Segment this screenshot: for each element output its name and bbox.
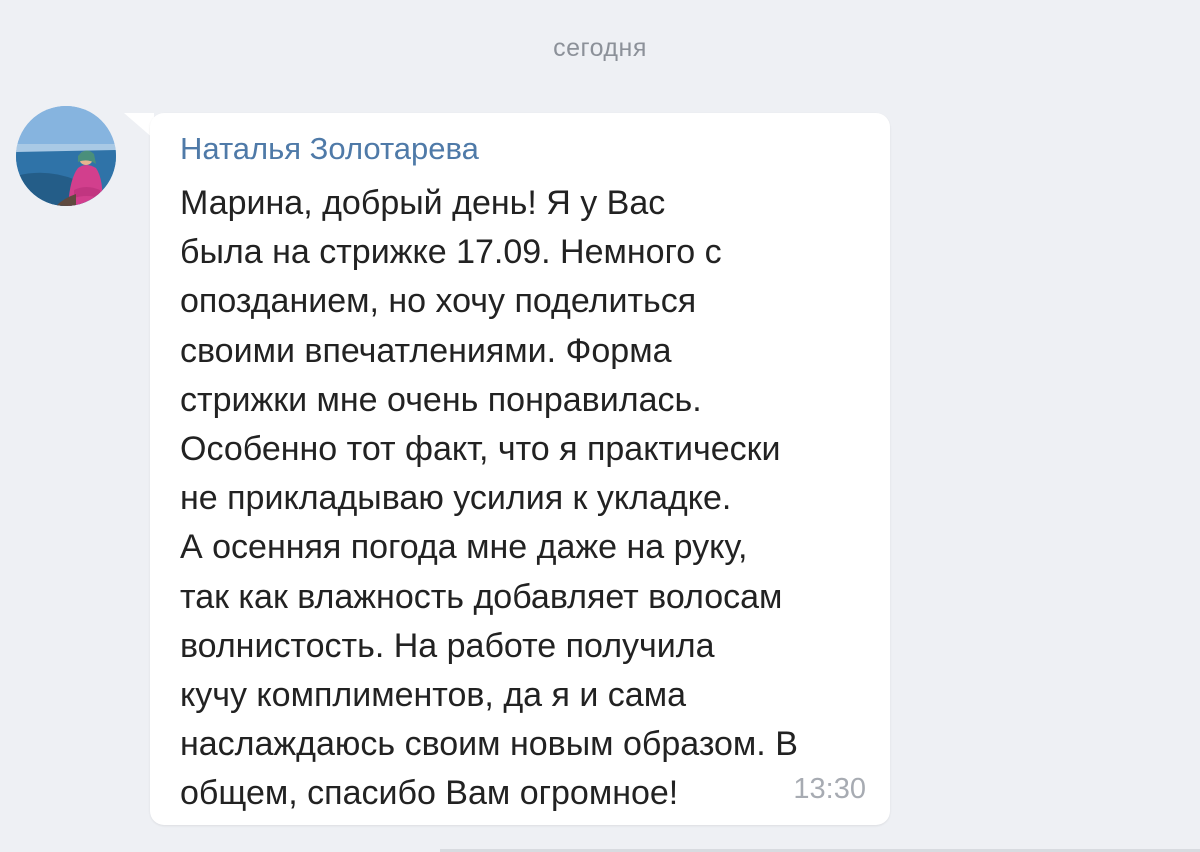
- message-text: Марина, добрый день! Я у Вас была на стр…: [180, 179, 870, 819]
- message-line: не прикладываю усилия к укладке.: [180, 479, 732, 518]
- message-line: волнистость. На работе получила: [180, 626, 715, 665]
- message-line: так как влажность добавляет волосам: [180, 577, 783, 616]
- message-line: Особенно тот факт, что я практически: [180, 430, 781, 469]
- message-line: своими впечатлениями. Форма: [180, 331, 672, 370]
- message-bubble[interactable]: Наталья Золотарева Марина, добрый день! …: [150, 113, 890, 825]
- message-line: общем, спасибо Вам огромное!: [180, 774, 679, 813]
- message-line: А осенняя погода мне даже на руку,: [180, 528, 748, 567]
- message-time: 13:30: [793, 773, 866, 805]
- date-separator: сегодня: [553, 34, 647, 62]
- message-line: наслаждаюсь своим новым образом. В: [180, 725, 798, 764]
- avatar[interactable]: [16, 106, 116, 206]
- message-line: стрижки мне очень понравилась.: [180, 380, 702, 419]
- message-line: была на стрижке 17.09. Немного с: [180, 233, 722, 272]
- avatar-photo: [16, 106, 116, 206]
- message-line: Марина, добрый день! Я у Вас: [180, 184, 666, 222]
- message-line: кучу комплиментов, да я и сама: [180, 676, 686, 715]
- sender-name[interactable]: Наталья Золотарева: [180, 131, 479, 167]
- message-line: опозданием, но хочу поделиться: [180, 282, 697, 321]
